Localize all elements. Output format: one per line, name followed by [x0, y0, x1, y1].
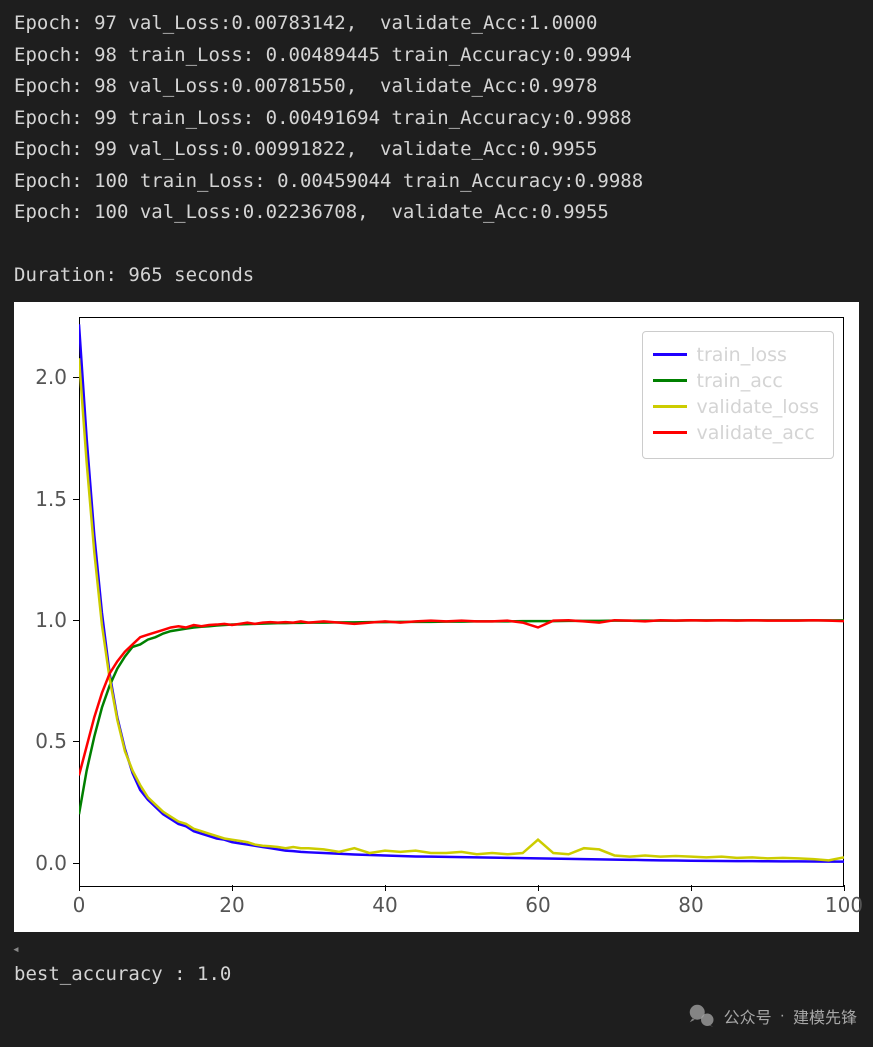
legend-swatch — [653, 431, 687, 434]
watermark-label: 公众号 — [724, 1004, 772, 1028]
series-train_acc — [79, 620, 844, 814]
console-output: Epoch: 97 val_Loss:0.00783142, validate_… — [0, 0, 873, 292]
legend-swatch — [653, 405, 687, 408]
wechat-icon — [686, 1001, 716, 1031]
legend-label: validate_acc — [697, 422, 815, 444]
y-tick: 0.5 — [27, 729, 67, 753]
watermark-sep: · — [780, 1007, 785, 1025]
console-line: Epoch: 100 train_Loss: 0.00459044 train_… — [14, 166, 859, 198]
best-accuracy-line: best_accuracy : 1.0 — [0, 957, 873, 999]
x-tick: 100 — [824, 893, 864, 917]
x-tick: 80 — [671, 893, 711, 917]
x-tick: 60 — [518, 893, 558, 917]
y-tick: 1.0 — [27, 608, 67, 632]
console-line: Epoch: 100 val_Loss:0.02236708, validate… — [14, 197, 859, 229]
y-tick: 0.0 — [27, 851, 67, 875]
legend-swatch — [653, 353, 687, 356]
chart-container: train_loss train_acc validate_loss valid… — [14, 302, 859, 932]
legend-label: train_acc — [697, 370, 783, 392]
console-line — [14, 229, 859, 261]
legend-train-loss: train_loss — [653, 344, 820, 366]
legend-swatch — [653, 379, 687, 382]
y-tick: 2.0 — [27, 365, 67, 389]
x-tick: 0 — [59, 893, 99, 917]
x-tick: 20 — [212, 893, 252, 917]
plot-area: train_loss train_acc validate_loss valid… — [79, 317, 844, 887]
console-line: Epoch: 98 train_Loss: 0.00489445 train_A… — [14, 40, 859, 72]
x-tick: 40 — [365, 893, 405, 917]
watermark-name: 建模先锋 — [793, 1004, 857, 1028]
console-line: Epoch: 99 train_Loss: 0.00491694 train_A… — [14, 103, 859, 135]
console-line: Epoch: 99 val_Loss:0.00991822, validate_… — [14, 134, 859, 166]
series-validate_acc — [79, 620, 844, 775]
console-line: Epoch: 97 val_Loss:0.00783142, validate_… — [14, 8, 859, 40]
legend-validate-loss: validate_loss — [653, 396, 820, 418]
console-line: Duration: 965 seconds — [14, 260, 859, 292]
watermark: 公众号 · 建模先锋 — [686, 1001, 857, 1031]
legend-label: validate_loss — [697, 396, 820, 418]
chart-legend: train_loss train_acc validate_loss valid… — [642, 331, 835, 459]
legend-train-acc: train_acc — [653, 370, 820, 392]
scroll-left-icon[interactable]: ◂ — [0, 938, 873, 957]
legend-label: train_loss — [697, 344, 787, 366]
y-tick: 1.5 — [27, 487, 67, 511]
legend-validate-acc: validate_acc — [653, 422, 820, 444]
console-line: Epoch: 98 val_Loss:0.00781550, validate_… — [14, 71, 859, 103]
